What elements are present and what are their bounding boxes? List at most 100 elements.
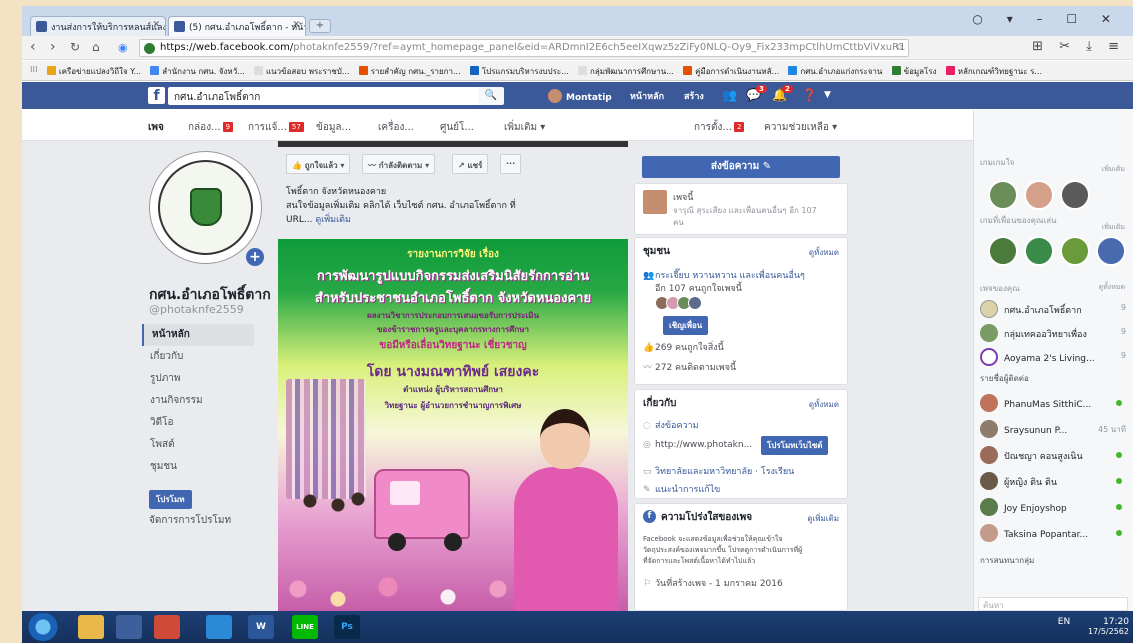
start-button[interactable]	[26, 613, 60, 641]
your-page-item[interactable]: กศน.อำเภอโพธิ์ตาก 9	[980, 300, 1130, 320]
chat-search-input[interactable]: ค้นหา	[978, 597, 1128, 611]
close-icon[interactable]: ✕	[292, 20, 300, 30]
nav-home[interactable]: หน้าหลัก	[142, 324, 254, 346]
photoshop-icon[interactable]: Ps	[334, 615, 360, 639]
contact-item[interactable]: PhanuMas SitthiC...	[980, 394, 1130, 414]
contact-item[interactable]: Taksina Popantar...	[980, 524, 1130, 544]
close-icon[interactable]: ✕	[152, 20, 160, 30]
community-invite-link[interactable]: กระเจี๊ยบ หวานหวาน และเพื่อนคนอื่นๆ	[655, 271, 805, 281]
see-more-link[interactable]: ดูเพิ่มเติม	[807, 512, 839, 525]
create-link[interactable]: สร้าง	[684, 89, 704, 103]
chevron-down-icon[interactable]: ▼	[824, 90, 831, 100]
file-explorer-icon[interactable]	[78, 615, 104, 639]
home-link[interactable]: หน้าหลัก	[630, 89, 664, 103]
see-more-link[interactable]: ดูเพิ่มเติม	[315, 215, 351, 225]
tab-center[interactable]: ศูนย์โ...	[440, 120, 474, 135]
bookmark-item[interactable]: เครือข่ายแปลงวิถีใจ Y...	[46, 65, 141, 78]
bookmark-item[interactable]: หลักเกณฑ์วิทยฐานะ ร...	[945, 65, 1042, 78]
nav-videos[interactable]: วิดีโอ	[142, 412, 254, 434]
see-all-link[interactable]: ดูทั้งหมด	[809, 246, 839, 259]
promote-website-button[interactable]: โปรโมทเว็บไซต์	[761, 436, 829, 455]
bookmark-item[interactable]: แนวข้อสอบ พระราชบั...	[254, 65, 350, 78]
game-icon[interactable]	[988, 236, 1018, 266]
page-handle[interactable]: @photaknfe2559	[149, 303, 244, 316]
line-icon[interactable]: LINE	[292, 615, 318, 639]
add-photo-icon[interactable]: +	[246, 248, 264, 266]
browser-tab-1[interactable]: งานส่งการให้บริการหลนส์แลง... ✕	[30, 16, 166, 36]
game-icon[interactable]	[1096, 236, 1126, 266]
about-website[interactable]: ◎ http://www.photakn...	[643, 440, 752, 450]
friend-requests-icon[interactable]: 👥	[722, 88, 737, 102]
manage-promotions-link[interactable]: จัดการการโปรโมท	[149, 513, 231, 528]
address-bar[interactable]: https://web.facebook.com/photaknfe2559/?…	[139, 39, 909, 57]
invite-friends-button[interactable]: เชิญเพื่อน	[663, 316, 709, 335]
send-message-button[interactable]: ส่งข้อความ ✎	[642, 156, 840, 178]
see-more-link[interactable]: เพิ่มเติม	[1102, 222, 1125, 233]
tab-insights[interactable]: ข้อมูล...	[316, 120, 351, 135]
facebook-logo-icon[interactable]: f	[148, 87, 165, 104]
avatar[interactable]	[643, 190, 667, 214]
bookmark-item[interactable]: โปรแกรมบริหารงบประ...	[469, 65, 569, 78]
tab-more[interactable]: เพิ่มเติม ▾	[504, 120, 545, 135]
nav-about[interactable]: เกี่ยวกับ	[142, 346, 254, 368]
game-icon[interactable]	[1060, 236, 1090, 266]
browser-toolbar-icons[interactable]: ⊞ ✂ ⤓ ≡	[1032, 39, 1125, 54]
bookmark-star-icon[interactable]: ☆	[895, 42, 904, 53]
following-button[interactable]: 〰 กำลังติดตาม ▾	[362, 154, 436, 174]
more-button[interactable]: ···	[500, 154, 522, 174]
nav-posts[interactable]: โพสต์	[142, 434, 254, 456]
about-category[interactable]: ▭ วิทยาลัยและมหาวิทยาลัย · โรงเรียน	[643, 464, 794, 478]
see-all-link[interactable]: ดูทั้งหมด	[809, 398, 839, 411]
media-player-icon[interactable]	[116, 615, 142, 639]
search-icon[interactable]: 🔍	[478, 87, 504, 105]
bookmark-item[interactable]: คู่มือการดำเนินงานหลั...	[683, 65, 779, 78]
game-icon[interactable]	[988, 180, 1018, 210]
facebook-search-input[interactable]: กศน.อำเภอโพธิ์ตาก	[168, 87, 478, 105]
contact-item[interactable]: ปัณชญา คอนสูงเนิน	[980, 446, 1130, 466]
apps-icon[interactable]: ⁝⁝⁝	[30, 65, 38, 74]
your-page-item[interactable]: กลุ่มเทคออวิทยาเพื่อง 9	[980, 324, 1130, 344]
game-icon[interactable]	[1024, 236, 1054, 266]
see-all-link[interactable]: ดูทั้งหมด	[1099, 282, 1125, 293]
shield-icon[interactable]: ◉	[118, 41, 128, 54]
bookmark-item[interactable]: ข้อมูลโรง	[891, 65, 937, 78]
suggest-edits-link[interactable]: ✎ แนะนำการแก้ไข	[643, 482, 720, 496]
tab-page[interactable]: เพจ	[148, 120, 164, 135]
contact-item[interactable]: Joy Enjoyshop	[980, 498, 1130, 518]
bookmark-item[interactable]: กลุ่มพัฒนาการศึกษาน...	[577, 65, 674, 78]
forward-icon[interactable]: ›	[50, 39, 56, 55]
bookmark-item[interactable]: สำนักงาน กศน. จังหวั...	[150, 65, 245, 78]
post-image[interactable]: รายงานการวิจัย เรื่อง การพัฒนารูปแบบกิจก…	[278, 239, 628, 611]
bookmark-item[interactable]: รายสำคัญ กศน._รายกา...	[358, 65, 461, 78]
new-tab-button[interactable]: +	[309, 19, 331, 33]
window-controls[interactable]: ○ ▾ – ☐ ✕	[972, 12, 1121, 26]
about-send-message[interactable]: ◌ ส่งข้อความ	[643, 418, 699, 432]
browser-tab-2[interactable]: (5) กศน.อำเภอโพธิ์ตาก - หน้า... ✕	[168, 16, 306, 36]
word-icon[interactable]: W	[248, 615, 274, 639]
bookmark-item[interactable]: กศน.อำเภอแก่งกระจาน	[788, 65, 882, 78]
tab-help[interactable]: ความช่วยเหลือ ▾	[764, 120, 837, 135]
liked-button[interactable]: 👍 ถูกใจแล้ว ▾	[286, 154, 351, 174]
your-page-item[interactable]: Aoyama 2's Living... 9	[980, 348, 1130, 368]
language-indicator[interactable]: EN	[1058, 617, 1070, 627]
tab-settings[interactable]: การตั้ง... 2	[694, 120, 745, 135]
see-more-link[interactable]: เพิ่มเติม	[1102, 164, 1125, 175]
nav-photos[interactable]: รูปภาพ	[142, 368, 254, 390]
reload-icon[interactable]: ↻	[70, 40, 80, 54]
page-profile-picture[interactable]: +	[149, 151, 264, 266]
nav-events[interactable]: งานกิจกรรม	[142, 390, 254, 412]
game-icon[interactable]	[1024, 180, 1054, 210]
back-icon[interactable]: ‹	[30, 39, 36, 55]
tab-tools[interactable]: เครื่อง...	[378, 120, 414, 135]
contact-item[interactable]: Sraysunun P... 45 นาที	[980, 420, 1130, 440]
app-icon[interactable]	[154, 615, 180, 639]
home-icon[interactable]: ⌂	[92, 40, 100, 54]
avatar[interactable]	[688, 296, 702, 310]
clock-time[interactable]: 17:20	[1103, 617, 1129, 627]
promote-button[interactable]: โปรโมท	[149, 490, 192, 509]
profile-link[interactable]: Montatip	[548, 89, 612, 103]
nav-community[interactable]: ชุมชน	[142, 456, 254, 478]
share-button[interactable]: ↗ แชร์	[452, 154, 489, 174]
game-icon[interactable]	[1060, 180, 1090, 210]
system-tray[interactable]: EN 17:20 17/5/2562	[1058, 617, 1129, 637]
